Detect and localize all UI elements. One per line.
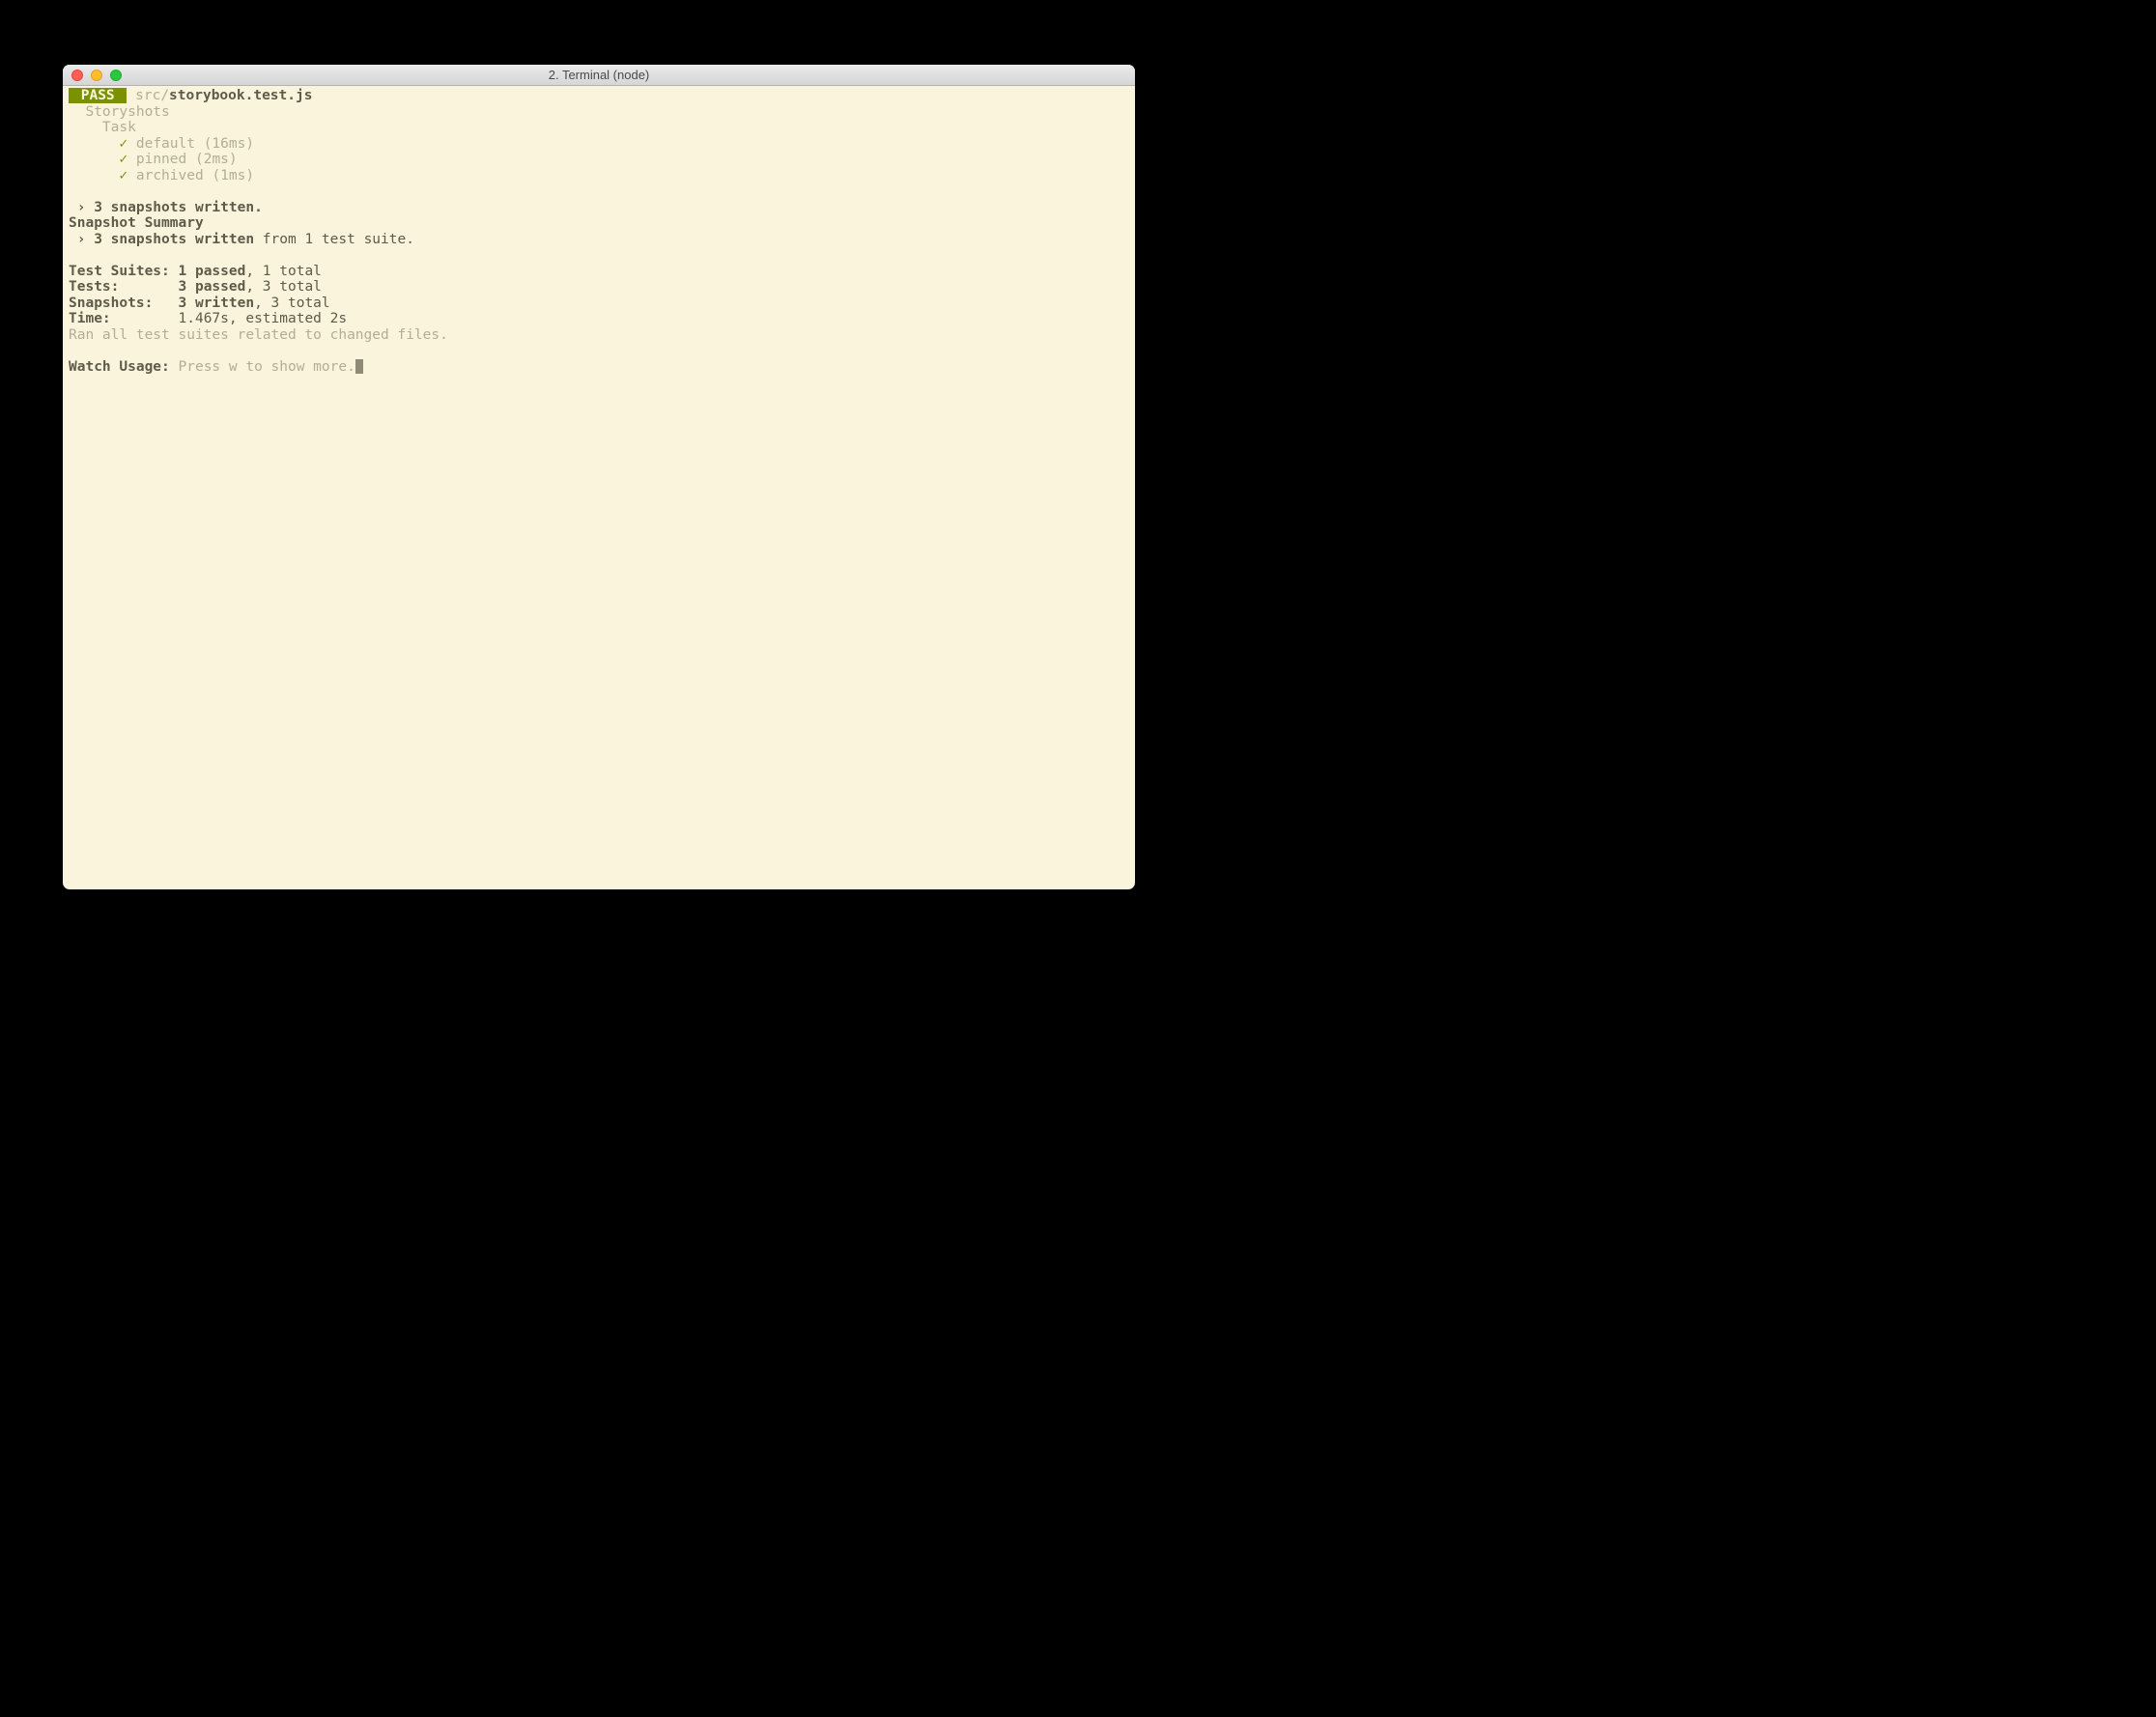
check-icon: ✓ (119, 152, 128, 167)
snaps-bold: 3 written (179, 296, 255, 311)
tests-rest: , 3 total (245, 279, 322, 295)
titlebar[interactable]: 2. Terminal (node) (63, 65, 1135, 86)
ran-message: Ran all test suites related to changed f… (69, 327, 448, 343)
watch-label: Watch Usage: (69, 359, 179, 375)
test-time-0: (16ms) (204, 136, 254, 152)
snaps-label: Snapshots: (69, 296, 179, 311)
check-icon: ✓ (119, 136, 128, 152)
snapshot-header: 3 snapshots written. (94, 200, 263, 215)
test-time-2: (1ms) (212, 168, 254, 183)
minimize-icon[interactable] (91, 70, 102, 81)
suites-rest: , 1 total (245, 264, 322, 279)
pass-badge: PASS (69, 88, 127, 103)
test-file-name: storybook.test.js (169, 88, 312, 103)
terminal-output[interactable]: PASS src/storybook.test.js Storyshots Ta… (63, 86, 1135, 889)
zoom-icon[interactable] (110, 70, 122, 81)
close-icon[interactable] (71, 70, 83, 81)
watch-hint: Press w to show more. (179, 359, 355, 375)
suites-bold: 1 passed (179, 264, 246, 279)
test-name-2: archived (136, 168, 204, 183)
snapshot-summary-rest: from 1 test suite. (254, 232, 414, 247)
time-value: 1.467s, estimated 2s (179, 311, 348, 326)
test-name-0: default (136, 136, 195, 152)
tests-label: Tests: (69, 279, 179, 295)
test-time-1: (2ms) (195, 152, 238, 167)
suite-top: Storyshots (85, 104, 169, 120)
tests-bold: 3 passed (179, 279, 246, 295)
window-title: 2. Terminal (node) (63, 68, 1135, 82)
snaps-rest: , 3 total (254, 296, 330, 311)
snapshot-arrow: › (69, 200, 94, 215)
cursor-icon (355, 359, 363, 374)
suite-nested: Task (102, 120, 136, 135)
suites-label: Test Suites: (69, 264, 179, 279)
snapshot-summary-label: Snapshot Summary (69, 215, 204, 231)
check-icon: ✓ (119, 168, 128, 183)
terminal-window: 2. Terminal (node) PASS src/storybook.te… (63, 65, 1135, 889)
snapshot-summary-bold: 3 snapshots written (94, 232, 254, 247)
traffic-lights (63, 70, 122, 81)
time-label: Time: (69, 311, 179, 326)
test-file-dir: src/ (135, 88, 169, 103)
test-name-1: pinned (136, 152, 186, 167)
snapshot-summary-arrow: › (69, 232, 94, 247)
